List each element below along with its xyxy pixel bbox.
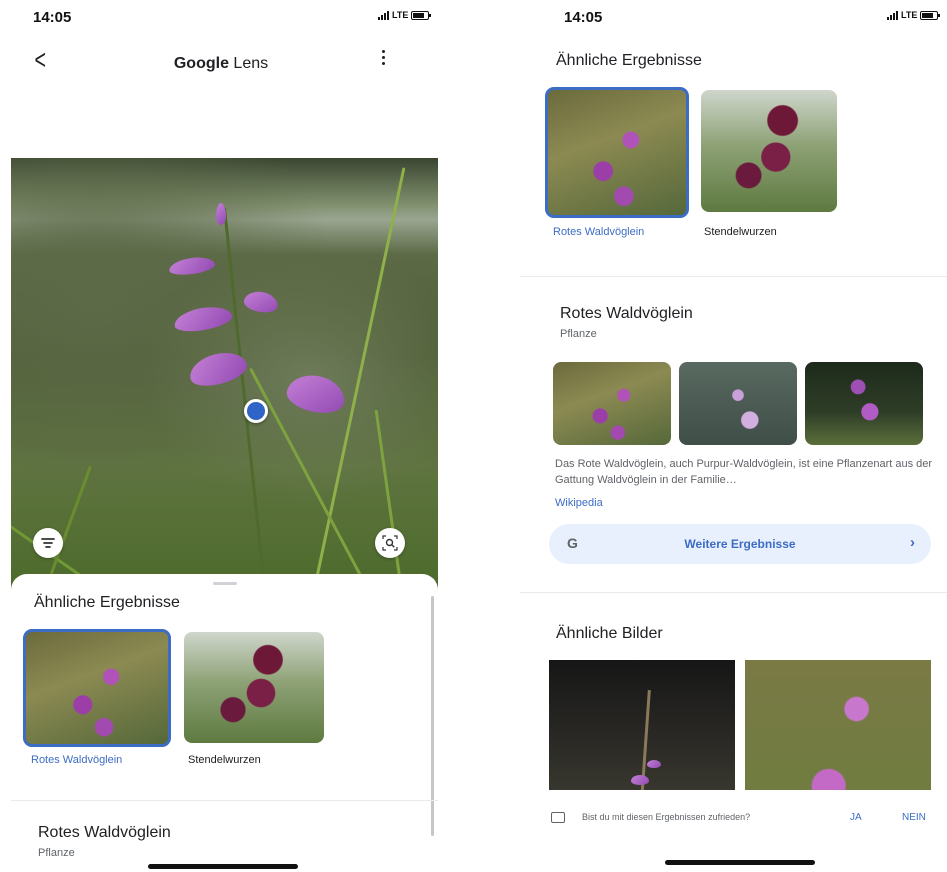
feedback-no-button[interactable]: NEIN — [902, 812, 926, 823]
flower-petal — [242, 289, 280, 315]
result-label[interactable]: Stendelwurzen — [704, 226, 777, 238]
result-label[interactable]: Stendelwurzen — [188, 754, 261, 766]
flower-petal — [283, 370, 349, 418]
signal-icon — [378, 10, 389, 20]
filter-icon[interactable] — [33, 528, 63, 558]
flower-bud — [216, 203, 226, 225]
entity-image[interactable] — [805, 362, 923, 445]
lens-camera-screen: 14:05 LTE < Google Lens Ähnliche Ergebni… — [0, 0, 442, 872]
more-results-button[interactable]: G Weitere Ergebnisse › — [549, 524, 931, 564]
focus-point-dot[interactable] — [244, 399, 268, 423]
entity-image[interactable] — [553, 362, 671, 445]
title-brand: Google — [173, 55, 229, 72]
home-indicator[interactable] — [148, 864, 298, 869]
result-thumb-stendelwurzen[interactable] — [701, 90, 837, 212]
feedback-icon — [551, 812, 565, 823]
results-bottom-sheet[interactable]: Ähnliche Ergebnisse Rotes Waldvöglein St… — [11, 574, 438, 872]
status-time: 14:05 — [33, 9, 72, 26]
status-icons: LTE — [378, 10, 432, 20]
battery-icon — [411, 10, 432, 20]
result-label-selected[interactable]: Rotes Waldvöglein — [553, 226, 644, 238]
divider — [11, 800, 438, 801]
entity-subtitle: Pflanze — [38, 847, 75, 859]
home-indicator[interactable] — [665, 860, 815, 865]
divider — [520, 592, 947, 593]
lens-search-icon[interactable] — [375, 528, 405, 558]
feedback-bar: Bist du mit diesen Ergebnissen zufrieden… — [520, 790, 947, 846]
battery-icon — [920, 10, 941, 20]
divider — [520, 276, 947, 277]
more-results-label: Weitere Ergebnisse — [684, 537, 796, 551]
result-thumb-rotes-waldvoeglein[interactable] — [545, 87, 689, 218]
entity-description: Das Rote Waldvöglein, auch Purpur-Waldvö… — [555, 458, 933, 486]
result-thumb-stendelwurzen[interactable] — [184, 632, 324, 743]
chevron-right-icon: › — [910, 534, 915, 551]
entity-title: Rotes Waldvöglein — [38, 824, 171, 841]
source-link[interactable]: Wikipedia — [555, 497, 603, 509]
signal-icon — [887, 10, 898, 20]
similar-image[interactable] — [549, 660, 735, 800]
section-title-similar-results: Ähnliche Ergebnisse — [34, 594, 180, 611]
feedback-question: Bist du mit diesen Ergebnissen zufrieden… — [582, 812, 751, 822]
status-icons: LTE — [887, 10, 941, 20]
network-label: LTE — [392, 10, 409, 20]
entity-subtitle: Pflanze — [560, 328, 597, 340]
feedback-yes-button[interactable]: JA — [850, 812, 862, 823]
more-vert-icon[interactable] — [380, 50, 386, 65]
grass-blade — [374, 409, 404, 598]
lens-results-screen: 14:05 LTE Ähnliche Ergebnisse Rotes Wald… — [520, 0, 947, 872]
result-label-selected[interactable]: Rotes Waldvöglein — [31, 754, 122, 766]
flower-petal — [168, 254, 216, 278]
entity-title: Rotes Waldvöglein — [560, 305, 693, 322]
flower-petal — [172, 303, 234, 335]
network-label: LTE — [901, 10, 918, 20]
status-time: 14:05 — [564, 9, 603, 26]
entity-image[interactable] — [679, 362, 797, 445]
sheet-drag-handle[interactable] — [213, 582, 237, 585]
camera-photo[interactable] — [11, 158, 438, 598]
app-title: Google Lens — [0, 55, 442, 73]
section-title-similar-results: Ähnliche Ergebnisse — [556, 52, 702, 69]
result-thumb-rotes-waldvoeglein[interactable] — [23, 629, 171, 747]
similar-image[interactable] — [745, 660, 931, 800]
title-product: Lens — [233, 55, 269, 72]
section-title-similar-images: Ähnliche Bilder — [556, 625, 663, 642]
